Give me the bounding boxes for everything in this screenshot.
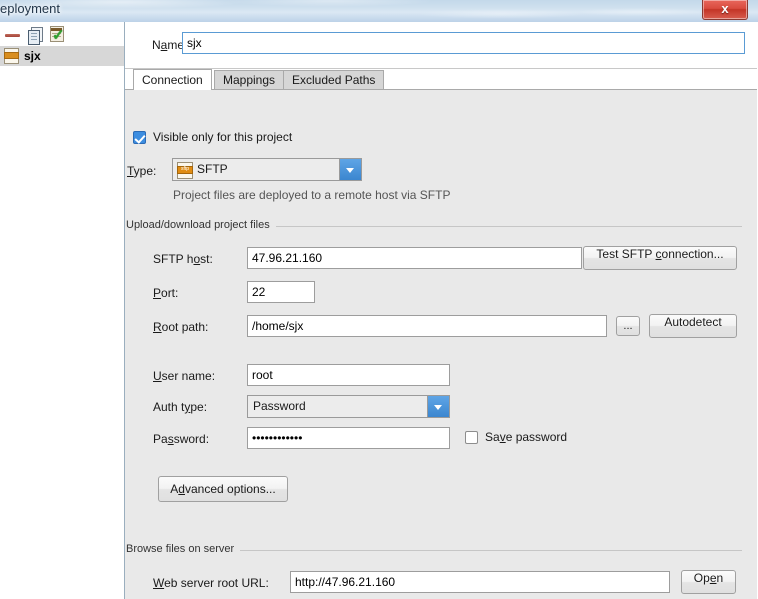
save-password-row: Save password — [465, 430, 567, 444]
sftp-host-input[interactable] — [247, 247, 582, 269]
type-label: Type: — [127, 164, 157, 178]
sftp-host-label: SFTP host: — [153, 252, 213, 266]
close-window-button[interactable]: x — [702, 0, 748, 20]
dialog-body: ✓ sjx Name: Connection Mappings Excluded… — [0, 22, 758, 599]
settings-tabstrip: Connection Mappings Excluded Paths — [125, 69, 757, 90]
visible-only-checkbox[interactable] — [133, 130, 146, 144]
chevron-down-icon[interactable] — [339, 159, 361, 180]
auth-type-chevron-down-icon[interactable] — [427, 396, 449, 417]
upload-group-title: Upload/download project files — [126, 219, 276, 231]
test-sftp-connection-button[interactable]: Test SFTP connection... — [583, 246, 737, 270]
autodetect-button[interactable]: Autodetect — [649, 314, 737, 338]
password-input[interactable] — [247, 427, 450, 449]
tab-mappings[interactable]: Mappings — [214, 70, 285, 90]
advanced-options-button[interactable]: Advanced options... — [158, 476, 288, 502]
open-button[interactable]: Open — [681, 570, 736, 594]
window-title-bar: eployment x — [0, 0, 758, 22]
remove-server-icon[interactable] — [4, 26, 22, 44]
upload-group-separator: Upload/download project files — [126, 219, 742, 231]
green-check-icon: ✓ — [52, 27, 65, 44]
root-path-input[interactable] — [247, 315, 607, 337]
visible-only-row: Visible only for this project — [133, 130, 292, 144]
browse-group-separator: Browse files on server — [126, 543, 742, 555]
type-value: SFTP — [197, 162, 228, 176]
sidebar-item-sjx[interactable]: sjx — [0, 46, 124, 66]
port-input[interactable] — [247, 281, 315, 303]
tab-excluded-paths[interactable]: Excluded Paths — [283, 70, 385, 90]
password-label: Password: — [153, 432, 210, 446]
user-name-label: User name: — [153, 369, 216, 383]
server-list-sidebar: ✓ sjx — [0, 22, 125, 599]
web-server-root-url-label: Web server root URL: — [153, 576, 269, 590]
root-path-label: Root path: — [153, 320, 209, 334]
name-input[interactable] — [182, 32, 745, 54]
auth-type-value: Password — [253, 399, 306, 413]
connection-tab-panel: Visible only for this project Type: SFTP… — [125, 90, 757, 599]
sidebar-item-label: sjx — [24, 49, 41, 63]
sftp-file-icon — [177, 162, 193, 179]
copy-server-icon[interactable] — [26, 26, 44, 45]
save-password-checkbox[interactable] — [465, 430, 478, 444]
set-default-server-icon[interactable]: ✓ — [48, 26, 66, 44]
tab-connection[interactable]: Connection — [133, 69, 212, 90]
user-name-input[interactable] — [247, 364, 450, 386]
web-server-root-url-input[interactable] — [290, 571, 670, 593]
server-list-toolbar: ✓ — [0, 22, 124, 47]
sftp-server-icon — [4, 48, 19, 64]
aero-glass-effect — [0, 0, 758, 22]
deployment-dialog-window: eployment x ✓ sjx Name: sjx Connection M… — [0, 0, 758, 599]
root-path-browse-button[interactable]: ... — [616, 316, 640, 336]
browse-group-title: Browse files on server — [126, 543, 241, 555]
visible-only-label: Visible only for this project — [153, 130, 293, 144]
save-password-label: Save password — [485, 430, 568, 444]
name-row: Name: — [125, 22, 757, 69]
server-settings-panel: Name: Connection Mappings Excluded Paths… — [125, 22, 758, 599]
auth-type-label: Auth type: — [153, 400, 208, 414]
port-label: Port: — [153, 286, 179, 300]
type-description: Project files are deployed to a remote h… — [173, 188, 451, 202]
auth-type-combobox[interactable]: Password — [247, 395, 450, 418]
window-title: eployment — [0, 1, 60, 16]
type-combobox[interactable]: SFTP — [172, 158, 362, 181]
copy-icon-front-sheet — [28, 30, 40, 45]
